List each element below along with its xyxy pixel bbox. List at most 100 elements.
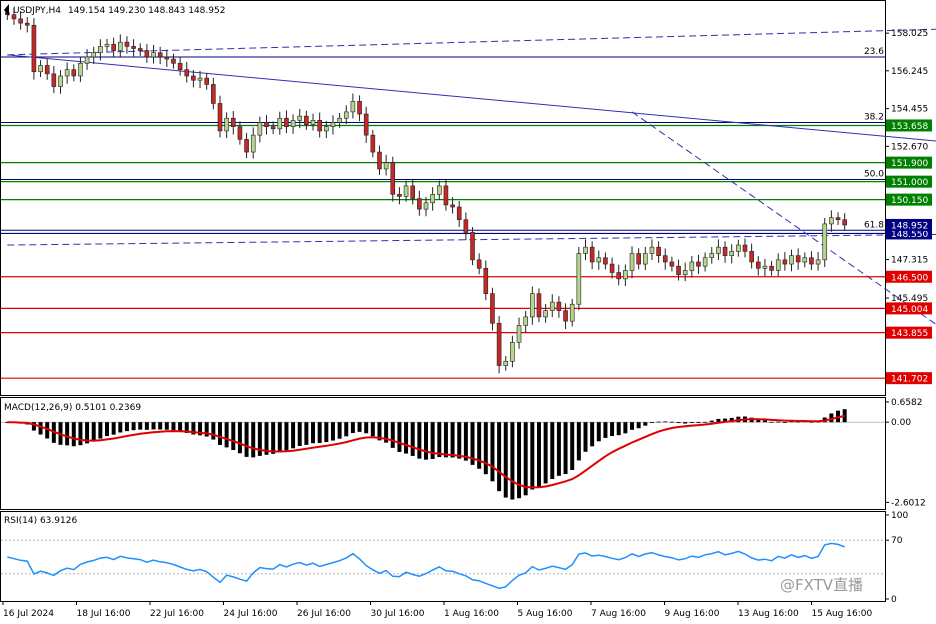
symbol-title: USDJPY,H4	[13, 6, 61, 16]
candle-body	[749, 251, 754, 263]
candle-body	[496, 322, 502, 366]
candle-body	[530, 293, 535, 318]
candle-body	[463, 219, 469, 233]
candle-body	[184, 69, 190, 77]
candle-body	[304, 115, 309, 125]
candle-body	[536, 293, 542, 318]
candle-body	[656, 246, 661, 256]
candle-body	[423, 202, 429, 210]
candle-body	[317, 120, 322, 132]
candle-body	[24, 22, 30, 26]
main-pane[interactable]	[0, 0, 886, 396]
candle-body	[789, 255, 794, 265]
candle-body	[716, 246, 721, 254]
macd-bar	[344, 422, 349, 437]
x-tick-label: 24 Jul 16:00	[224, 609, 278, 619]
candle-body	[636, 253, 641, 265]
candle-body	[842, 219, 847, 226]
candle-body	[436, 185, 442, 195]
candle-body	[297, 115, 303, 121]
fib-label: 38.2	[864, 112, 884, 122]
macd-bar	[105, 422, 110, 437]
macd-bar	[251, 422, 256, 458]
candle-body	[51, 73, 57, 87]
macd-bar	[776, 421, 781, 423]
macd-bar	[98, 422, 103, 439]
candle-body	[78, 62, 83, 77]
macd-bar	[576, 422, 581, 461]
macd-bar	[603, 422, 608, 438]
macd-bar	[330, 422, 335, 441]
candle-body	[616, 272, 622, 280]
macd-bar	[211, 422, 216, 440]
candle-body	[603, 257, 608, 265]
level-label: 150.150	[891, 196, 928, 206]
macd-bar	[769, 421, 774, 423]
macd-bar	[437, 422, 442, 458]
candle-body	[609, 263, 615, 273]
macd-bar	[616, 422, 621, 436]
macd-bar	[71, 422, 76, 447]
candle-body	[38, 65, 43, 73]
x-tick-label: 15 Aug 16:00	[812, 609, 873, 619]
candle-body	[397, 194, 402, 197]
candle-body	[91, 52, 97, 58]
x-tick-label: 5 Aug 16:00	[518, 609, 573, 619]
candle-body	[383, 162, 389, 170]
candle-body	[31, 24, 37, 73]
macd-bar	[404, 422, 409, 454]
x-tick-label: 9 Aug 16:00	[665, 609, 720, 619]
candle-body	[689, 261, 695, 271]
y-tick-label: 152.670	[891, 142, 928, 152]
macd-bar	[656, 421, 661, 423]
macd-bar	[596, 422, 601, 442]
candle-body	[696, 261, 701, 267]
candle-body	[84, 56, 90, 64]
macd-bar	[337, 422, 342, 439]
macd-bar	[244, 422, 249, 457]
rsi-title: RSI(14) 63.9126	[4, 516, 77, 526]
candle-body	[470, 232, 475, 261]
candle-body	[337, 117, 342, 123]
candle-body	[583, 246, 588, 254]
macd-tick-label: -2.6012	[891, 498, 926, 508]
macd-bar	[178, 422, 183, 432]
rsi-tick-label: 0	[891, 595, 897, 605]
candle-body	[370, 134, 376, 153]
x-tick-label: 18 Jul 16:00	[77, 609, 131, 619]
candle-body	[324, 126, 329, 132]
candle-body	[217, 103, 223, 132]
candle-body	[476, 259, 482, 269]
macd-bar	[590, 422, 595, 447]
candle-body	[523, 316, 528, 326]
macd-bar	[676, 422, 681, 424]
candle-body	[250, 134, 256, 153]
macd-bar	[556, 422, 561, 476]
candle-body	[257, 122, 263, 136]
level-label: 141.702	[891, 375, 928, 385]
level-label: 153.658	[891, 122, 928, 132]
macd-bar	[291, 422, 296, 449]
candle-body	[510, 341, 515, 362]
candle-body	[709, 253, 715, 259]
candle-body	[676, 265, 681, 275]
macd-bar	[443, 422, 448, 458]
candle-body	[775, 259, 781, 271]
macd-bar	[364, 422, 369, 434]
macd-bar	[350, 422, 355, 434]
candle-body	[596, 257, 602, 263]
candle-body	[343, 111, 349, 119]
macd-bar	[517, 422, 522, 499]
macd-bar	[304, 422, 309, 445]
macd-bar	[683, 422, 688, 424]
macd-bar	[696, 422, 701, 424]
macd-tick-label: 0.00	[891, 418, 911, 428]
rsi-pane[interactable]	[0, 511, 886, 602]
fib-label: 50.0	[864, 170, 884, 180]
macd-bar	[623, 422, 628, 434]
level-label: 145.004	[891, 305, 928, 315]
macd-bar	[151, 422, 156, 430]
macd-bar	[530, 422, 535, 490]
candle-body	[71, 69, 77, 77]
macd-bar	[583, 422, 588, 452]
